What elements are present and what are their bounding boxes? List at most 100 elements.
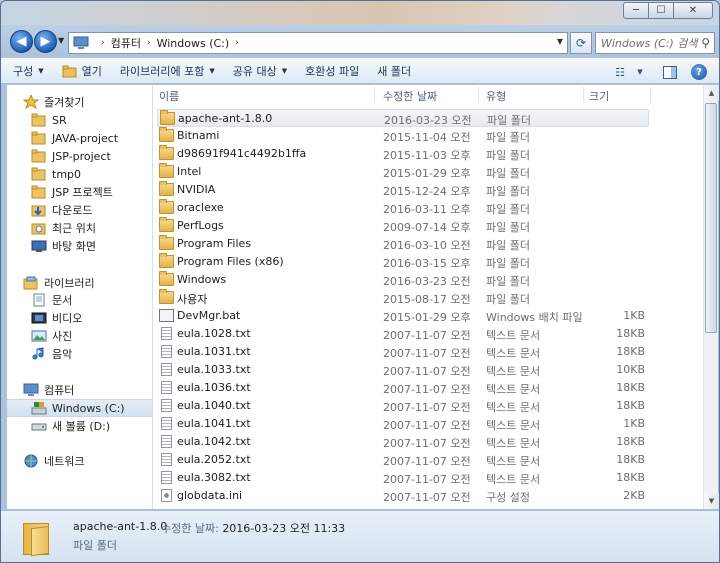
file-row[interactable]: eula.1040.txt 2007-11-07 오전 텍스트 문서 18KB (157, 397, 649, 415)
file-row[interactable]: Bitnami 2015-11-04 오전 파일 폴더 (157, 127, 649, 145)
nav-network-header[interactable]: 네트워크 (7, 452, 152, 470)
file-type: 텍스트 문서 (486, 329, 541, 342)
file-date: 2016-03-10 오전 (383, 239, 471, 252)
folder-icon (159, 163, 174, 178)
file-row[interactable]: apache-ant-1.8.0 2016-03-23 오전 11:33 파일 폴더 (157, 109, 649, 127)
nav-library-item[interactable]: 비디오 (7, 309, 152, 327)
breadcrumb-computer[interactable]: 컴퓨터 › (111, 35, 151, 51)
forward-arrow-icon[interactable]: ▶ (34, 30, 57, 53)
include-in-library-button[interactable]: 라이브러리에 포함 ▼ (120, 63, 215, 79)
search-input[interactable]: Windows (C:) 검색 ⚲ (595, 32, 715, 54)
nav-favorite-item[interactable]: 다운로드 (7, 201, 152, 219)
search-icon[interactable]: ⚲ (701, 36, 710, 50)
recent-pages-dropdown[interactable]: ▼ (58, 36, 64, 45)
file-name: oraclexe (177, 201, 224, 214)
nav-library-item[interactable]: 음악 (7, 345, 152, 363)
back-arrow-icon[interactable]: ◀ (10, 30, 33, 53)
nav-computer-header[interactable]: 컴퓨터 (7, 381, 152, 399)
nav-library-item[interactable]: 문서 (7, 291, 152, 309)
nav-library-item[interactable]: 사진 (7, 327, 152, 345)
scroll-up-icon[interactable]: ▲ (704, 85, 719, 101)
folder-icon (159, 145, 174, 160)
file-date: 2015-11-04 오전 (383, 131, 471, 144)
file-row[interactable]: Windows 2016-03-23 오전 파일 폴더 (157, 271, 649, 289)
nav-favorite-item[interactable]: JSP-project (7, 147, 152, 165)
folder-icon (159, 217, 174, 232)
compatibility-files-button[interactable]: 호환성 파일 (305, 63, 359, 79)
file-name: eula.1033.txt (177, 363, 251, 376)
nav-favorite-item[interactable]: JAVA-project (7, 129, 152, 147)
column-divider[interactable] (583, 87, 584, 103)
file-row[interactable]: eula.1041.txt 2007-11-07 오전 텍스트 문서 1KB (157, 415, 649, 433)
file-row[interactable]: eula.2052.txt 2007-11-07 오전 텍스트 문서 18KB (157, 451, 649, 469)
folder-icon (31, 149, 47, 163)
nav-libraries-header[interactable]: 라이브러리 (7, 274, 152, 292)
column-divider[interactable] (374, 87, 375, 103)
folder-icon (159, 235, 174, 250)
sep-chevron-icon[interactable]: › (147, 38, 151, 48)
chevron-down-icon[interactable]: ▼ (631, 64, 649, 80)
file-row[interactable]: eula.1028.txt 2007-11-07 오전 텍스트 문서 18KB (157, 325, 649, 343)
file-row[interactable]: eula.1031.txt 2007-11-07 오전 텍스트 문서 18KB (157, 343, 649, 361)
file-date: 2007-11-07 오전 (383, 365, 471, 378)
view-controls: ☷ ▼ ? (611, 59, 719, 85)
nav-drive-c[interactable]: Windows (C:) (7, 399, 152, 417)
file-size: 10KB (616, 363, 645, 376)
preview-pane-icon[interactable] (661, 64, 679, 80)
file-row[interactable]: PerfLogs 2009-07-14 오후 파일 폴더 (157, 217, 649, 235)
nav-favorites-header[interactable]: 즐겨찾기 (7, 93, 152, 111)
breadcrumb: › (95, 38, 105, 48)
close-button[interactable]: ✕ (673, 2, 713, 19)
sep-chevron-icon[interactable]: › (235, 38, 239, 48)
nav-favorite-item[interactable]: JSP 프로젝트 (7, 183, 152, 201)
column-divider[interactable] (650, 87, 651, 103)
column-divider[interactable] (478, 87, 479, 103)
share-with-button[interactable]: 공유 대상 ▼ (233, 63, 287, 79)
nav-favorite-item[interactable]: tmp0 (7, 165, 152, 183)
star-icon (22, 93, 40, 110)
refresh-icon[interactable]: ⟳ (570, 32, 592, 54)
vertical-scrollbar[interactable]: ▲ ▼ (703, 85, 719, 509)
chevron-down-icon[interactable]: ▼ (557, 37, 563, 46)
nav-favorite-item[interactable]: SR (7, 111, 152, 129)
views-icon[interactable]: ☷ (611, 64, 629, 80)
file-row[interactable]: 사용자 2015-08-17 오전 파일 폴더 (157, 289, 649, 307)
nav-item-label: JAVA-project (52, 131, 119, 145)
breadcrumb-drive-c[interactable]: Windows (C:) › (157, 37, 239, 50)
maximize-button[interactable]: ☐ (648, 2, 674, 19)
open-button[interactable]: 열기 (62, 63, 102, 79)
nav-favorite-item[interactable]: 바탕 화면 (7, 237, 152, 255)
nav-item-label: 다운로드 (52, 204, 93, 217)
file-name: eula.1036.txt (177, 381, 251, 394)
minimize-button[interactable]: ─ (623, 2, 649, 19)
scroll-down-icon[interactable]: ▼ (704, 493, 719, 509)
nav-favorite-item[interactable]: 최근 위치 (7, 219, 152, 237)
column-size[interactable]: 크기 (589, 88, 609, 104)
file-row[interactable]: Program Files (x86) 2016-03-15 오후 파일 폴더 (157, 253, 649, 271)
file-row[interactable]: eula.1036.txt 2007-11-07 오전 텍스트 문서 18KB (157, 379, 649, 397)
scroll-thumb[interactable] (705, 103, 717, 333)
file-date: 2007-11-07 오전 (383, 401, 471, 414)
file-name: Program Files (x86) (177, 255, 284, 268)
column-name[interactable]: 이름 (159, 88, 179, 104)
new-folder-button[interactable]: 새 폴더 (377, 63, 411, 79)
column-date[interactable]: 수정한 날짜 (383, 88, 437, 104)
help-icon[interactable]: ? (691, 64, 707, 80)
nav-drive-d[interactable]: 새 볼륨 (D:) (7, 417, 152, 435)
file-row[interactable]: eula.1042.txt 2007-11-07 오전 텍스트 문서 18KB (157, 433, 649, 451)
file-row[interactable]: globdata.ini 2007-11-07 오전 구성 설정 2KB (157, 487, 649, 505)
file-row[interactable]: oraclexe 2016-03-11 오후 파일 폴더 (157, 199, 649, 217)
file-row[interactable]: eula.1033.txt 2007-11-07 오전 텍스트 문서 10KB (157, 361, 649, 379)
column-type[interactable]: 유형 (486, 88, 506, 104)
file-row[interactable]: eula.3082.txt 2007-11-07 오전 텍스트 문서 18KB (157, 469, 649, 487)
file-row[interactable]: DevMgr.bat 2015-01-29 오후 Windows 배치 파일 1KB (157, 307, 649, 325)
address-bar[interactable]: › 컴퓨터 › Windows (C:) › ▼ (68, 32, 568, 54)
details-modified: 수정한 날짜: 2016-03-23 오전 11:33 (161, 522, 346, 535)
folder-icon (160, 110, 175, 125)
file-row[interactable]: NVIDIA 2015-12-24 오후 파일 폴더 (157, 181, 649, 199)
file-row[interactable]: Intel 2015-01-29 오후 파일 폴더 (157, 163, 649, 181)
file-name: d98691f941c4492b1ffa (177, 147, 307, 160)
file-row[interactable]: d98691f941c4492b1ffa 2015-11-03 오후 파일 폴더 (157, 145, 649, 163)
file-row[interactable]: Program Files 2016-03-10 오전 파일 폴더 (157, 235, 649, 253)
organize-button[interactable]: 구성 ▼ (13, 63, 44, 79)
